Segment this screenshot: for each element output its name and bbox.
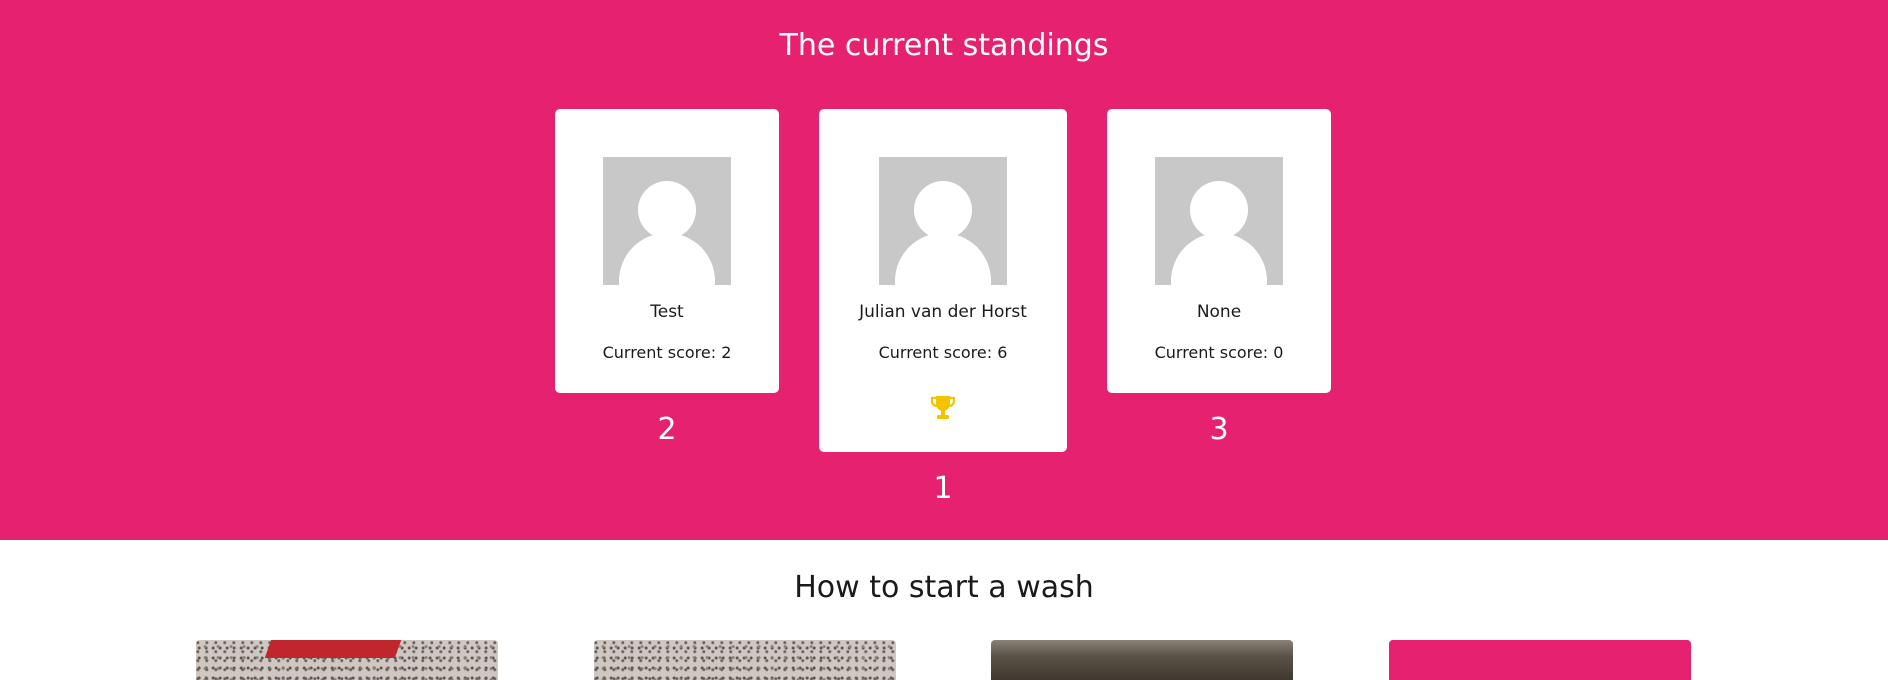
standing-card-first: Julian van der Horst Current score: 6 <box>819 109 1067 452</box>
player-score: Current score: 0 <box>1154 343 1284 362</box>
player-name: Test <box>650 302 684 322</box>
step-image-3 <box>991 640 1293 680</box>
standing-card-second: Test Current score: 2 <box>555 109 779 393</box>
player-score: Current score: 6 <box>878 343 1008 362</box>
avatar-placeholder-icon <box>879 157 1007 285</box>
player-name: None <box>1196 302 1242 322</box>
avatar-placeholder-icon <box>603 157 731 285</box>
standings-section: The current standings Test Current score… <box>0 0 1888 540</box>
player-name: Julian van der Horst <box>859 302 1027 322</box>
player-score: Current score: 2 <box>602 343 732 362</box>
red-tag-shape <box>264 640 402 658</box>
standing-card-third: None Current score: 0 <box>1107 109 1331 393</box>
howto-title: How to start a wash <box>794 570 1094 605</box>
standings-title: The current standings <box>779 28 1109 63</box>
rank-number: 1 <box>933 471 953 506</box>
rank-number: 2 <box>657 412 677 447</box>
step-tile-4 <box>1389 640 1691 680</box>
avatar-placeholder-icon <box>1155 157 1283 285</box>
trophy-icon <box>930 396 956 419</box>
step-image-1 <box>196 640 498 680</box>
rank-number: 3 <box>1209 412 1229 447</box>
step-image-2 <box>594 640 896 680</box>
